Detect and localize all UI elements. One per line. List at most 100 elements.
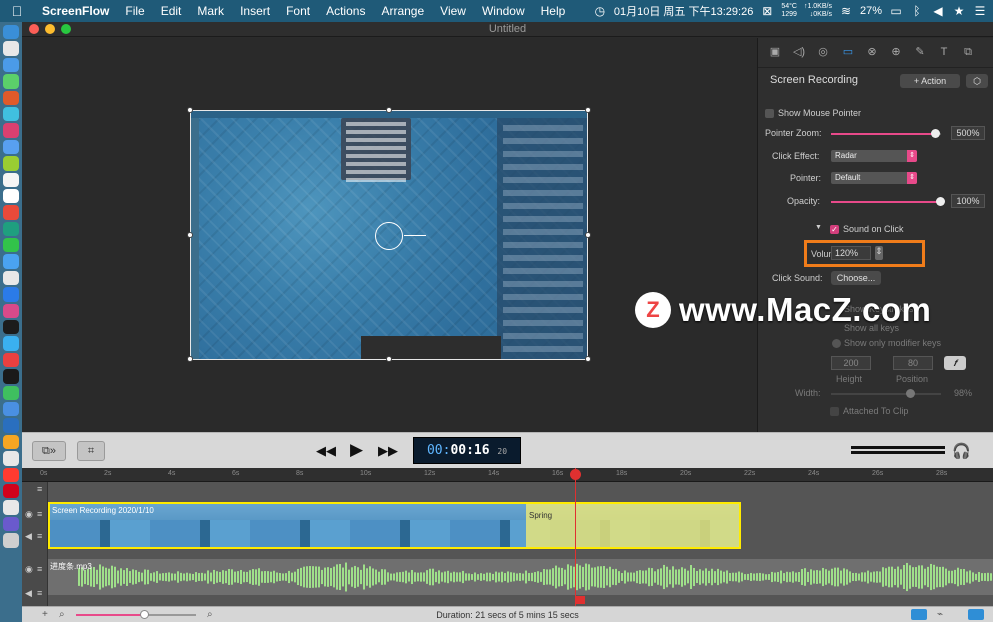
volume-icon[interactable]: ◀ — [931, 4, 945, 18]
attached-to-clip-checkbox[interactable] — [830, 407, 839, 416]
dock-app-icon[interactable] — [3, 401, 19, 417]
menu-screenflow[interactable]: ScreenFlow — [34, 4, 117, 18]
rewind-button[interactable]: ◀◀ — [316, 443, 336, 459]
screen-recording-tab[interactable]: ▭ — [841, 45, 855, 59]
opacity-slider-knob[interactable] — [936, 197, 945, 206]
keystroke-width-slider[interactable] — [831, 389, 941, 398]
menu-view[interactable]: View — [432, 4, 474, 18]
eye-icon[interactable]: ◉ — [25, 509, 33, 520]
audio-clip[interactable]: 进度条.mp3 — [48, 559, 993, 595]
battery-icon[interactable]: ▭ — [889, 4, 903, 18]
dock-app-icon[interactable] — [3, 287, 19, 302]
network-stats[interactable]: ↑1.0KB/s ↓0KB/s — [804, 3, 832, 19]
pointer-zoom-value[interactable]: 500% — [951, 126, 985, 140]
dock-app-icon[interactable] — [3, 156, 19, 171]
resize-handle-bl[interactable] — [187, 356, 193, 362]
resize-handle-tr[interactable] — [585, 107, 591, 113]
link-icon[interactable]: ⌁ — [937, 609, 943, 620]
transition-spring[interactable]: Spring — [526, 504, 739, 547]
click-effect-select[interactable]: Radar ⇕ — [831, 150, 917, 162]
sound-on-click-checkbox[interactable]: ✓ — [830, 225, 839, 234]
dock-app-icon[interactable] — [3, 336, 19, 351]
track-menu-icon[interactable]: ≡ — [37, 564, 42, 574]
resize-handle-tl[interactable] — [187, 107, 193, 113]
dock-app-icon[interactable] — [3, 385, 19, 400]
favorites-star-icon[interactable]: ★ — [952, 4, 966, 18]
dock-app-icon[interactable] — [3, 483, 19, 499]
timeline-tracks[interactable]: ≡ ◉ ≡ ◀ ≡ ◉ ≡ ◀ ≡ Screen Recording 2020/… — [22, 482, 993, 606]
menu-list-icon[interactable]: ☰ — [973, 4, 987, 18]
dock-app-icon[interactable] — [3, 57, 19, 73]
resize-handle-mr[interactable] — [585, 232, 591, 238]
screen-icon[interactable]: ⊠ — [760, 4, 774, 18]
crop-button[interactable]: ⌗ — [77, 441, 105, 461]
pointer-select[interactable]: Default ⇕ — [831, 172, 917, 184]
dock-app-icon[interactable] — [3, 172, 19, 187]
dock-app-icon[interactable] — [3, 41, 19, 56]
menu-mark[interactable]: Mark — [189, 4, 232, 18]
add-action-button[interactable]: + Action — [900, 74, 960, 88]
text-tab[interactable]: T — [937, 45, 951, 59]
fast-forward-button[interactable]: ▶▶ — [378, 443, 398, 459]
dock-app-icon[interactable] — [3, 74, 19, 89]
show-modifier-keys-radio-button[interactable] — [832, 339, 841, 348]
resize-handle-br[interactable] — [585, 356, 591, 362]
rotation-handle[interactable] — [375, 222, 403, 250]
menu-actions[interactable]: Actions — [318, 4, 373, 18]
disclosure-triangle-icon[interactable]: ▼ — [815, 224, 822, 231]
track-menu-icon[interactable]: ≡ — [37, 588, 42, 598]
video-clip[interactable]: Screen Recording 2020/1/10 Spring — [48, 502, 741, 549]
playhead-handle[interactable] — [570, 469, 581, 480]
dock-app-icon[interactable] — [3, 320, 19, 335]
dock-app-icon[interactable] — [3, 254, 19, 269]
keystroke-width-knob[interactable] — [906, 389, 915, 398]
dock-app-icon[interactable] — [3, 106, 19, 122]
video-properties-tab[interactable]: ▣ — [768, 45, 782, 59]
dock-app-icon[interactable] — [3, 467, 19, 482]
dock-app-icon[interactable] — [3, 451, 19, 466]
dock-app-icon[interactable] — [3, 418, 19, 433]
media-library-tab[interactable]: ⧉ — [961, 45, 975, 59]
dock-app-icon[interactable] — [3, 500, 19, 515]
choose-sound-button[interactable]: Choose... — [831, 271, 881, 285]
play-button[interactable]: ▶ — [350, 440, 363, 460]
canvas-layout-button[interactable]: ⧉» — [32, 441, 66, 461]
cpu-stats[interactable]: 54°C 1299 — [781, 3, 797, 19]
keystroke-position-field[interactable]: 80 — [893, 356, 933, 370]
clock[interactable]: 01月10日 周五 下午13:29:26 — [614, 3, 753, 19]
magnet-icon[interactable] — [968, 609, 984, 620]
dock-app-icon[interactable] — [3, 139, 19, 155]
dock-app-icon[interactable] — [3, 533, 19, 548]
dock-app-icon[interactable] — [3, 238, 19, 253]
dock-app-icon[interactable] — [3, 516, 19, 532]
bluetooth-icon[interactable]: ᛒ — [910, 4, 924, 18]
wifi-icon[interactable]: ≋ — [839, 4, 853, 18]
menu-insert[interactable]: Insert — [232, 4, 278, 18]
dock-app-icon[interactable] — [3, 369, 19, 384]
track-menu-icon[interactable]: ≡ — [37, 509, 42, 519]
keystroke-height-field[interactable]: 200 — [831, 356, 871, 370]
callout-tab[interactable]: ⊗ — [865, 45, 879, 59]
headphones-icon[interactable]: 🎧 — [952, 442, 971, 460]
show-mouse-pointer-checkbox[interactable] — [765, 109, 774, 118]
dock-app-icon[interactable] — [3, 303, 19, 319]
video-motion-tab[interactable]: ◎ — [816, 45, 830, 59]
eye-icon[interactable]: ◉ — [25, 564, 33, 575]
menu-font[interactable]: Font — [278, 4, 318, 18]
time-machine-icon[interactable]: ◷ — [593, 4, 607, 18]
canvas-area[interactable] — [22, 38, 757, 432]
resize-handle-ml[interactable] — [187, 232, 193, 238]
apple-icon[interactable]:  — [0, 3, 34, 19]
track-menu-icon[interactable]: ≡ — [37, 531, 42, 541]
pointer-zoom-slider-knob[interactable] — [930, 129, 940, 138]
timeline-ruler[interactable]: 0s 2s 4s 6s 8s 10s 12s 14s 16s 18s 20s 22s 24s 26s 28s — [22, 468, 993, 482]
box-icon[interactable]: ⬡ — [966, 74, 988, 88]
dock-app-icon[interactable] — [3, 352, 19, 368]
dock-app-icon[interactable] — [3, 123, 19, 138]
menu-file[interactable]: File — [117, 4, 152, 18]
opacity-slider[interactable] — [831, 197, 945, 206]
font-button[interactable]: 𝒇 — [944, 356, 966, 370]
dock-app-icon[interactable] — [3, 205, 19, 220]
dock-app-icon[interactable] — [3, 270, 19, 286]
track-menu-icon[interactable]: ≡ — [37, 484, 42, 494]
